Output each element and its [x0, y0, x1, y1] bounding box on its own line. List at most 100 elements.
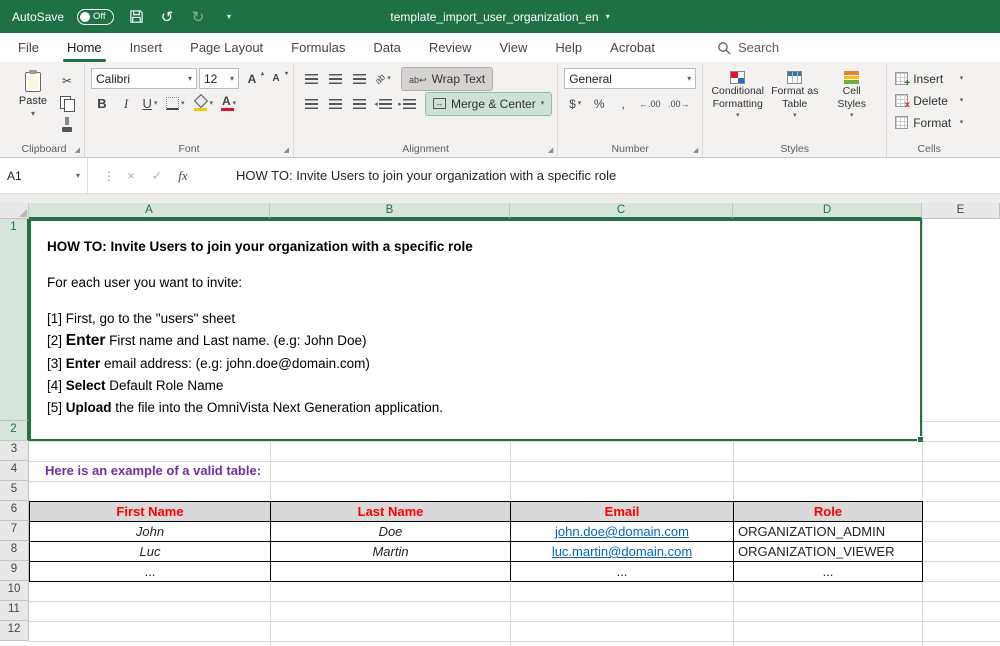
tab-formulas[interactable]: Formulas	[277, 33, 359, 62]
tab-help[interactable]: Help	[541, 33, 596, 62]
row-header-7[interactable]: 7	[0, 521, 29, 541]
font-color-button[interactable]: A	[218, 94, 240, 114]
font-name-select[interactable]: Calibri	[91, 68, 197, 89]
paste-button[interactable]: Paste	[10, 66, 56, 142]
format-painter-button[interactable]	[56, 115, 78, 135]
align-top-button[interactable]	[300, 69, 322, 89]
number-dialog-launcher[interactable]: ◢	[693, 146, 698, 154]
table-header-email[interactable]: Email	[511, 502, 734, 522]
save-button[interactable]	[127, 8, 145, 26]
column-header-C[interactable]: C	[510, 203, 733, 219]
cancel-button[interactable]: ×	[118, 168, 144, 183]
row-header-1[interactable]: 1	[0, 219, 29, 421]
clipboard-dialog-launcher[interactable]: ◢	[75, 146, 80, 154]
row-header-11[interactable]: 11	[0, 601, 29, 621]
row-header-6[interactable]: 6	[0, 501, 29, 521]
selection-fill-handle[interactable]	[917, 436, 924, 443]
alignment-dialog-launcher[interactable]: ◢	[548, 146, 553, 154]
increase-font-size-button[interactable]: A	[241, 69, 263, 89]
column-header-E[interactable]: E	[922, 203, 1000, 219]
merged-cell-A1[interactable]: HOW TO: Invite Users to join your organi…	[29, 219, 922, 441]
font-size-select[interactable]: 12	[199, 68, 239, 89]
align-bottom-button[interactable]	[348, 69, 370, 89]
formula-input[interactable]: HOW TO: Invite Users to join your organi…	[236, 158, 616, 193]
customize-qat-button[interactable]	[220, 8, 238, 26]
tab-insert[interactable]: Insert	[116, 33, 177, 62]
example-intro-text[interactable]: Here is an example of a valid table:	[29, 461, 629, 481]
name-box[interactable]: A1	[0, 158, 88, 193]
increase-indent-button[interactable]	[396, 94, 418, 114]
table-cell[interactable]: Luc	[30, 542, 271, 562]
underline-button[interactable]: U	[139, 94, 161, 114]
column-header-B[interactable]: B	[270, 203, 510, 219]
percent-style-button[interactable]: %	[588, 94, 610, 114]
align-middle-button[interactable]	[324, 69, 346, 89]
italic-button[interactable]: I	[115, 94, 137, 114]
fill-color-button[interactable]	[190, 94, 217, 114]
table-header-last-name[interactable]: Last Name	[271, 502, 511, 522]
row-header-10[interactable]: 10	[0, 581, 29, 601]
row-header-5[interactable]: 5	[0, 481, 29, 501]
tab-home[interactable]: Home	[53, 33, 116, 62]
select-all-corner[interactable]	[0, 203, 29, 219]
column-header-D[interactable]: D	[733, 203, 922, 219]
table-cell[interactable]: ...	[30, 562, 271, 582]
tab-view[interactable]: View	[485, 33, 541, 62]
table-cell[interactable]: ORGANIZATION_VIEWER	[734, 542, 923, 562]
orientation-button[interactable]	[372, 69, 394, 89]
row-header-9[interactable]: 9	[0, 561, 29, 581]
table-header-first-name[interactable]: First Name	[30, 502, 271, 522]
wrap-text-button[interactable]: Wrap Text	[402, 68, 492, 90]
delete-cells-button[interactable]: Delete	[893, 90, 965, 111]
comma-style-button[interactable]: ,	[612, 94, 634, 114]
cut-button[interactable]: ✂	[56, 71, 78, 91]
decrease-decimal-button[interactable]: .00→	[665, 94, 692, 114]
format-as-table-button[interactable]: Format as Table	[766, 66, 823, 142]
table-cell[interactable]: ORGANIZATION_ADMIN	[734, 522, 923, 542]
autosave-toggle[interactable]: Off	[77, 9, 114, 25]
accounting-format-button[interactable]: $	[564, 94, 586, 114]
row-header-12[interactable]: 12	[0, 621, 29, 641]
table-cell[interactable]: ...	[734, 562, 923, 582]
row-header-4[interactable]: 4	[0, 461, 29, 481]
font-dialog-launcher[interactable]: ◢	[284, 146, 289, 154]
tab-acrobat[interactable]: Acrobat	[596, 33, 669, 62]
undo-button[interactable]: ↺	[158, 8, 176, 26]
number-format-select[interactable]: General	[564, 68, 696, 89]
table-cell[interactable]	[271, 562, 511, 582]
insert-cells-button[interactable]: Insert	[893, 68, 965, 89]
redo-button[interactable]: ↻	[189, 8, 207, 26]
table-cell[interactable]: ...	[511, 562, 734, 582]
cell-styles-button[interactable]: Cell Styles	[823, 66, 880, 142]
row-header-2[interactable]: 2	[0, 421, 29, 441]
tab-page-layout[interactable]: Page Layout	[176, 33, 277, 62]
align-center-button[interactable]	[324, 94, 346, 114]
table-header-role[interactable]: Role	[734, 502, 923, 522]
insert-function-button[interactable]: fx	[170, 168, 196, 184]
row-header-8[interactable]: 8	[0, 541, 29, 561]
align-left-button[interactable]	[300, 94, 322, 114]
decrease-font-size-button[interactable]: A	[265, 69, 287, 89]
email-link[interactable]: john.doe@domain.com	[511, 522, 734, 542]
table-cell[interactable]: Doe	[271, 522, 511, 542]
copy-button[interactable]	[56, 93, 78, 113]
merge-and-center-button[interactable]: Merge & Center	[426, 93, 551, 115]
tab-review[interactable]: Review	[415, 33, 486, 62]
format-cells-button[interactable]: Format	[893, 112, 965, 133]
increase-decimal-button[interactable]: ←.00	[636, 94, 663, 114]
table-cell[interactable]: John	[30, 522, 271, 542]
enter-button[interactable]: ✓	[144, 168, 170, 184]
email-link[interactable]: luc.martin@domain.com	[511, 542, 734, 562]
search-box[interactable]: Search	[717, 33, 779, 62]
align-right-button[interactable]	[348, 94, 370, 114]
borders-button[interactable]	[163, 94, 188, 114]
column-header-A[interactable]: A	[29, 203, 270, 219]
decrease-indent-button[interactable]	[372, 94, 394, 114]
bold-button[interactable]: B	[91, 94, 113, 114]
tab-data[interactable]: Data	[359, 33, 414, 62]
document-title[interactable]: template_import_user_organization_en	[390, 0, 609, 33]
row-header-3[interactable]: 3	[0, 441, 29, 461]
table-cell[interactable]: Martin	[271, 542, 511, 562]
tab-file[interactable]: File	[4, 33, 53, 62]
conditional-formatting-button[interactable]: Conditional Formatting	[709, 66, 766, 142]
